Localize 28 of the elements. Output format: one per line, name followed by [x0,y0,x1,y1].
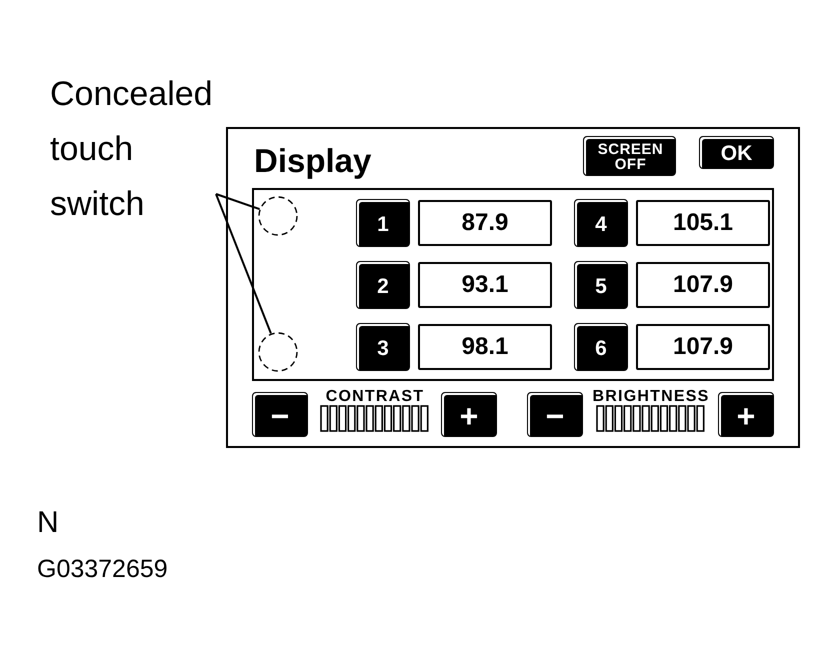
segmented-meter-icon [596,405,706,432]
display-title: Display [254,144,372,177]
preset-button[interactable]: 1 [356,199,410,247]
figure-mark: N [37,506,59,540]
segmented-meter-icon [320,405,430,432]
figure-code: G03372659 [37,555,168,584]
frequency-display: 93.1 [418,262,552,308]
adjuster-label: CONTRAST [326,389,424,404]
increase-button[interactable]: + [718,392,774,437]
frequency-display: 107.9 [636,262,770,308]
dashed-circle-icon [258,196,298,236]
preset-button[interactable]: 4 [574,199,628,247]
frequency-display: 107.9 [636,324,770,370]
screen-off-button[interactable]: SCREEN OFF [583,136,676,176]
preset-button[interactable]: 2 [356,261,410,309]
increase-button[interactable]: + [441,392,497,437]
decrease-button[interactable]: − [527,392,583,437]
dashed-circle-icon [258,332,298,372]
frequency-display: 87.9 [418,200,552,246]
frequency-display: 98.1 [418,324,552,370]
ok-button[interactable]: OK [699,136,774,169]
decrease-button[interactable]: − [252,392,308,437]
adjuster-label: BRIGHTNESS [592,389,710,404]
preset-button[interactable]: 5 [574,261,628,309]
preset-button[interactable]: 3 [356,323,410,371]
callout-label: Concealed touch switch [50,74,213,225]
preset-button[interactable]: 6 [574,323,628,371]
frequency-display: 105.1 [636,200,770,246]
